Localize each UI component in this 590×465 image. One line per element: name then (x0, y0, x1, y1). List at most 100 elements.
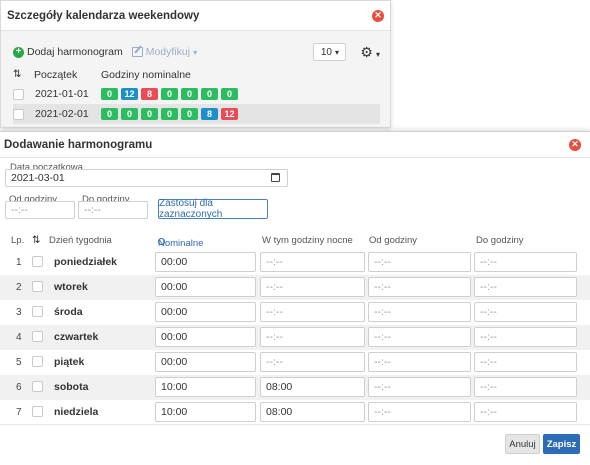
cancel-button[interactable]: Anuluj (505, 434, 540, 454)
add-schedule-header: Dodawanie harmonogramu ✕ (0, 132, 590, 158)
hours-badge: 0 (161, 108, 178, 120)
sort-icon[interactable]: ⇅ (32, 235, 40, 246)
nominal-hours-input[interactable]: 00:00 (155, 277, 256, 297)
add-schedule-button[interactable]: + Dodaj harmonogram (13, 46, 123, 58)
row-number: 3 (16, 307, 22, 318)
to-hour-input[interactable]: --:-- (474, 402, 577, 422)
column-lp: Lp. (11, 235, 25, 246)
page-size-select[interactable]: 10 ▾ (313, 43, 347, 61)
nominal-hours-input[interactable]: 00:00 (155, 302, 256, 322)
table-row: 3 środa 00:00 --:-- --:-- --:-- (0, 300, 590, 325)
calendar-icon[interactable] (271, 173, 280, 182)
nominal-hours-input[interactable]: 00:00 (155, 252, 256, 272)
row-checkbox[interactable] (13, 88, 24, 100)
table-row[interactable]: 2021-01-01 0 12 8 0 0 0 0 (13, 84, 380, 104)
from-hour-input[interactable]: --:-- (368, 302, 471, 322)
chevron-down-icon: ▾ (334, 47, 339, 57)
row-checkbox[interactable] (32, 356, 43, 367)
close-icon[interactable]: ✕ (372, 9, 384, 22)
from-hour-input[interactable]: --:-- (368, 352, 471, 372)
gear-menu-button[interactable]: ⚙ ▾ (360, 45, 380, 59)
hours-badge: 0 (101, 88, 118, 100)
hours-badge: 0 (121, 108, 138, 120)
from-hour-input[interactable]: --:-- (368, 277, 471, 297)
night-hours-input[interactable]: --:-- (260, 252, 365, 272)
chevron-down-icon: ▾ (375, 50, 380, 59)
to-hour-input[interactable]: --:-- (474, 327, 577, 347)
night-hours-input[interactable]: 08:00 (260, 402, 365, 422)
row-number: 5 (16, 357, 22, 368)
to-hour-input[interactable]: --:-- (474, 277, 577, 297)
modify-button[interactable]: Modyfikuj ▾ (131, 46, 198, 58)
calendar-table-header: ⇅ Początek Godziny nominalne (13, 67, 380, 82)
night-hours-input[interactable]: --:-- (260, 327, 365, 347)
hours-badge: 8 (141, 88, 158, 100)
add-schedule-label: Dodaj harmonogram (27, 46, 123, 58)
night-hours-input[interactable]: --:-- (260, 277, 365, 297)
row-checkbox[interactable] (32, 381, 43, 392)
add-schedule-dialog: Dodawanie harmonogramu ✕ Data początkowa… (0, 131, 590, 465)
table-row[interactable]: 2021-02-01 0 0 0 0 0 8 12 (13, 104, 380, 124)
to-hour-input[interactable]: --:-- (474, 352, 577, 372)
row-checkbox[interactable] (32, 256, 43, 267)
day-name: wtorek (54, 281, 88, 293)
to-hour-input[interactable]: --:-- (474, 252, 577, 272)
row-checkbox[interactable] (32, 306, 43, 317)
table-row: 4 czwartek 00:00 --:-- --:-- --:-- (0, 325, 590, 350)
hours-badge: 0 (221, 88, 238, 100)
day-name: sobota (54, 381, 89, 393)
from-hour-input[interactable]: --:-- (368, 402, 471, 422)
from-hour-input[interactable]: --:-- (368, 377, 471, 397)
day-name: niedziela (54, 406, 99, 418)
chevron-down-icon: ▾ (193, 47, 198, 57)
night-hours-input[interactable]: 08:00 (260, 377, 365, 397)
sort-icon[interactable]: ⇅ (13, 69, 24, 80)
to-hour-input[interactable]: --:-- (474, 302, 577, 322)
night-hours-input[interactable]: --:-- (260, 352, 365, 372)
hours-badge: 0 (201, 88, 218, 100)
row-checkbox[interactable] (32, 406, 43, 417)
nominal-hours-input[interactable]: 00:00 (155, 327, 256, 347)
calendar-details-dialog: Szczegóły kalendarza weekendowy ✕ + Doda… (0, 0, 391, 128)
from-hour-input[interactable]: --:-- (368, 327, 471, 347)
hours-badge: 0 (161, 88, 178, 100)
start-date-input[interactable]: 2021-03-01 (5, 169, 288, 187)
hours-badge: 8 (201, 108, 218, 120)
row-number: 6 (16, 382, 22, 393)
dialog-title: Dodawanie harmonogramu (4, 138, 153, 151)
from-hour-input[interactable]: --:-- (368, 252, 471, 272)
hours-badge: 12 (121, 88, 138, 100)
plus-circle-icon: + (13, 46, 24, 58)
hours-badge: 0 (181, 108, 198, 120)
row-checkbox[interactable] (32, 281, 43, 292)
save-button[interactable]: Zapisz (543, 434, 580, 454)
row-date: 2021-01-01 (35, 88, 89, 100)
close-icon[interactable]: ✕ (569, 138, 581, 151)
night-hours-input[interactable]: --:-- (260, 302, 365, 322)
column-nominal-hours: Godziny nominalne (101, 68, 191, 81)
from-hour-input[interactable]: --:-- (5, 201, 75, 219)
hours-badges: 0 0 0 0 0 8 12 (101, 108, 238, 120)
hours-badge: 0 (141, 108, 158, 120)
nominal-hours-input[interactable]: 10:00 (155, 402, 256, 422)
column-night: W tym godziny nocne (262, 235, 353, 246)
calendar-toolbar: + Dodaj harmonogram Modyfikuj ▾ 10 ▾ ⚙ ▾ (13, 42, 380, 62)
column-day: Dzień tygodnia (49, 235, 112, 246)
day-name: piątek (54, 356, 85, 368)
nominal-hours-input[interactable]: 10:00 (155, 377, 256, 397)
to-hour-input[interactable]: --:-- (78, 201, 148, 219)
nominal-hours-input[interactable]: 00:00 (155, 352, 256, 372)
row-number: 4 (16, 332, 22, 343)
to-hour-input[interactable]: --:-- (474, 377, 577, 397)
modify-label: Modyfikuj (145, 46, 191, 58)
column-start[interactable]: Początek (34, 69, 101, 81)
hours-badge: 12 (221, 108, 238, 120)
table-row: 5 piątek 00:00 --:-- --:-- --:-- (0, 350, 590, 375)
row-checkbox[interactable] (32, 331, 43, 342)
hours-badges: 0 12 8 0 0 0 0 (101, 88, 238, 100)
footer-divider (0, 424, 590, 425)
apply-to-selected-button[interactable]: Zastosuj dla zaznaczonych (158, 198, 268, 220)
edit-icon (131, 47, 143, 57)
start-date-value: 2021-03-01 (11, 172, 65, 184)
row-checkbox[interactable] (13, 108, 24, 120)
